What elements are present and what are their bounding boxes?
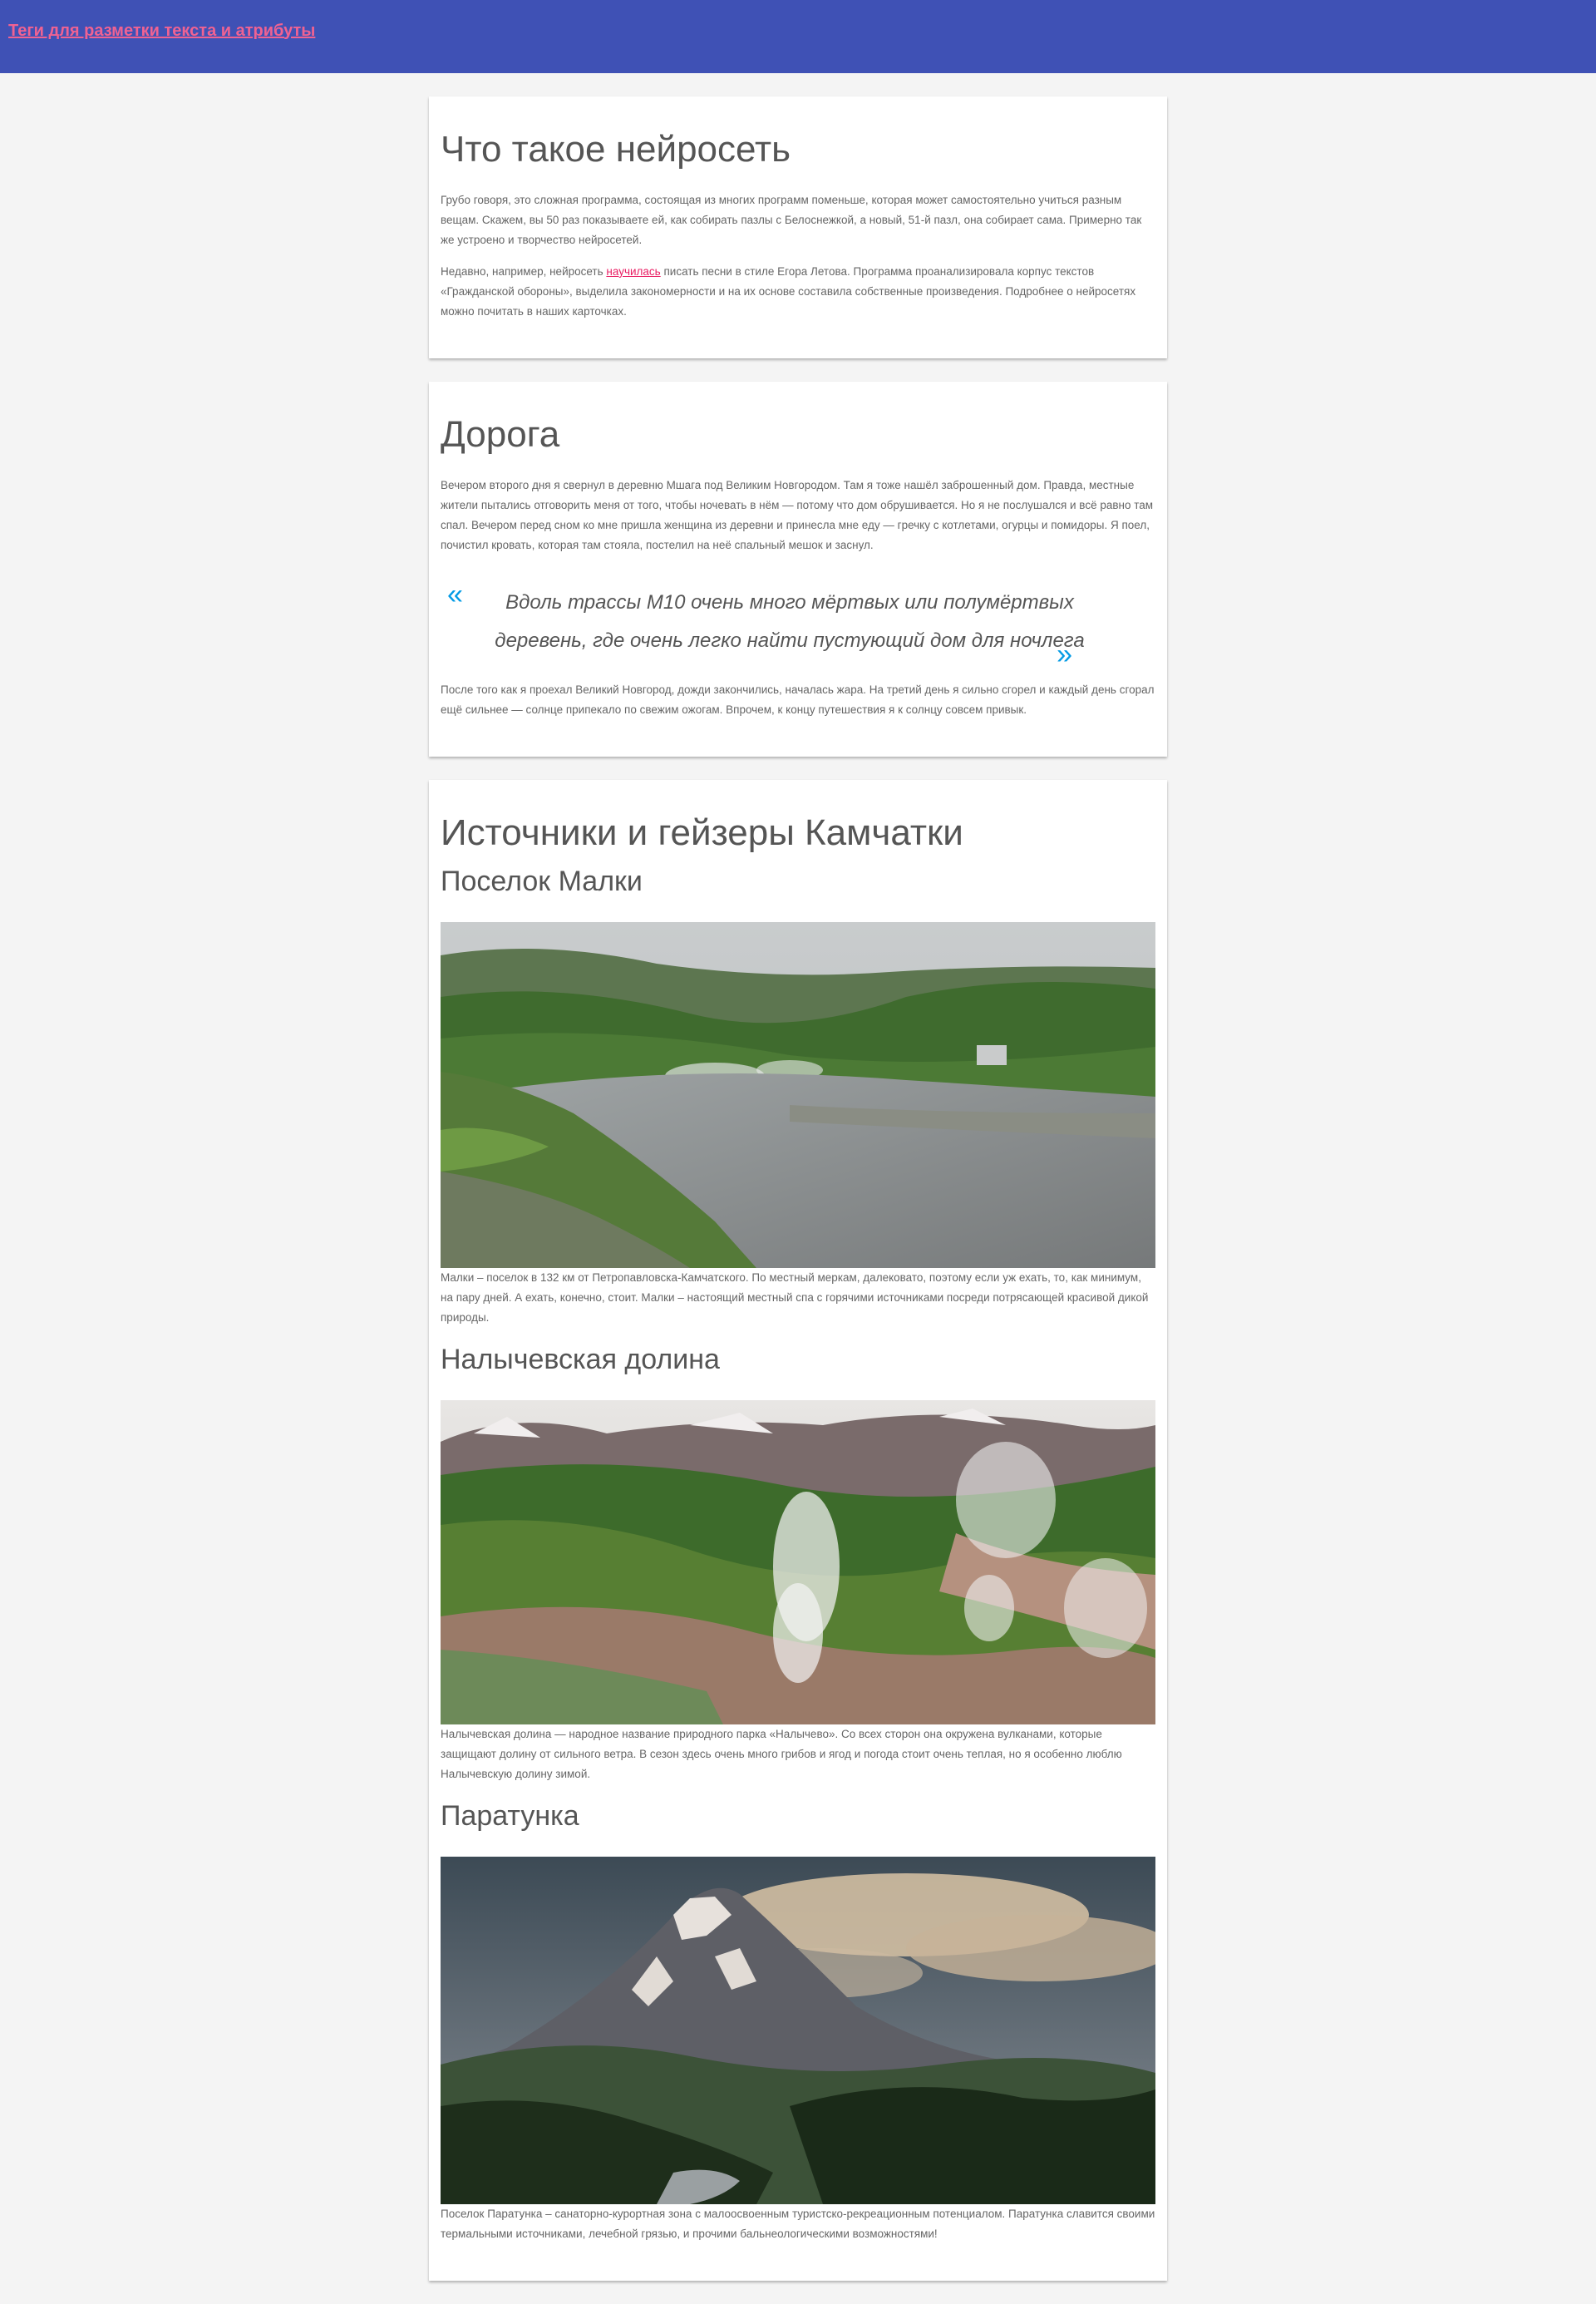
inline-link[interactable]: научилась [606,265,660,278]
card-road: Дорога Вечером второго дня я свернул в д… [429,381,1167,757]
photo-malki [441,922,1155,1269]
paragraph: Грубо говоря, это сложная программа, сос… [441,193,1142,246]
section-title: Поселок Малки [441,866,643,898]
photo-nalychevo-valley [441,1399,1155,1724]
header-link[interactable]: Теги для разметки текста и атрибуты [8,22,315,41]
quote-text: Вдоль трассы М10 очень много мёртвых или… [495,590,1085,652]
content-column: Что такое нейросеть Грубо говоря, это сл… [429,73,1167,2281]
top-bar: Теги для разметки текста и атрибуты [0,0,1596,73]
card-title: Дорога [441,413,560,455]
text-fragment: Недавно, например, нейросеть [441,264,607,278]
card-kamchatka: Источники и гейзеры Камчатки Поселок Мал… [429,779,1167,2281]
section-title: Паратунка [441,1799,579,1832]
photo-caption: Налычевская долина — народное название п… [441,1727,1122,1780]
photo-caption: Поселок Паратунка – санаторно-курортная … [441,2207,1155,2240]
blockquote: « Вдоль трассы М10 очень много мёртвых и… [441,579,1155,672]
card-neural-network: Что такое нейросеть Грубо говоря, это сл… [429,96,1167,358]
card-title: Источники и гейзеры Камчатки [441,812,963,853]
photo-paratunka-volcano [441,1856,1155,2204]
photo-caption: Малки – поселок в 132 км от Петропавловс… [441,1271,1149,1325]
section-title: Налычевская долина [441,1344,720,1376]
paragraph: После того как я проехал Великий Новгоро… [441,683,1155,716]
paragraph: Недавно, например, нейросеть научилась п… [441,262,1155,322]
open-quote-mark: « [447,578,463,610]
close-quote-mark: » [1057,638,1072,670]
paragraph: Вечером второго дня я свернул в деревню … [441,478,1154,551]
card-title: Что такое нейросеть [441,129,791,170]
